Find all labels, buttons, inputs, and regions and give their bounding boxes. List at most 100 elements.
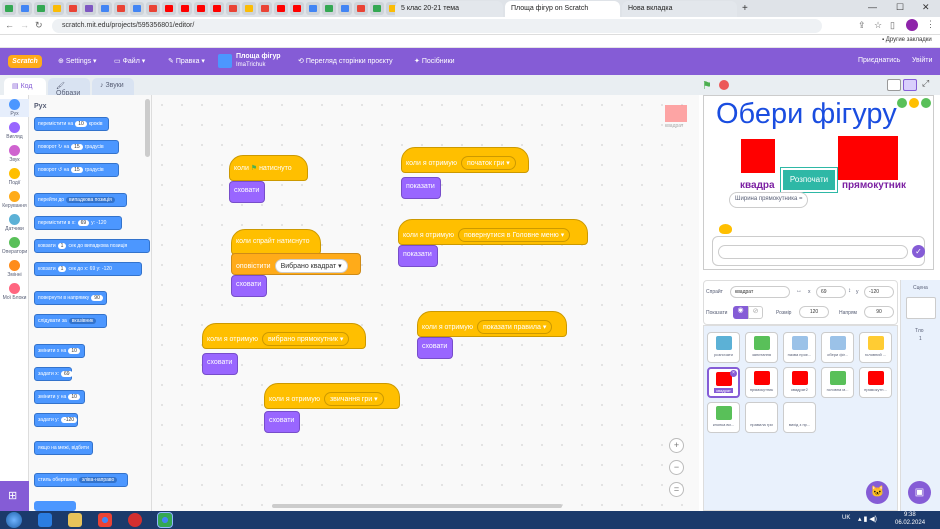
sprite-thumbnail[interactable]: розпочати xyxy=(707,332,740,363)
stop-button[interactable] xyxy=(719,80,729,90)
hide-block[interactable]: сховати xyxy=(264,411,300,433)
palette-block[interactable]: задати y: -120 xyxy=(34,413,78,427)
join-scratch-button[interactable]: Приєднатись xyxy=(858,57,900,64)
pinned-tab[interactable] xyxy=(306,2,320,15)
block-number-input[interactable]: 10 xyxy=(68,348,80,354)
block-number-input[interactable]: 1 xyxy=(57,266,67,272)
see-project-page-button[interactable]: ⟲ Перегляд сторінки проєкту xyxy=(298,57,393,65)
pinned-tab[interactable] xyxy=(130,2,144,15)
block-number-input[interactable]: -120 xyxy=(61,417,78,423)
green-flag-button[interactable]: ⚑ xyxy=(702,79,712,92)
pinned-tab[interactable] xyxy=(66,2,80,15)
browser-tab[interactable]: Нова вкладка xyxy=(622,1,737,17)
project-title[interactable]: Площа фігур xyxy=(236,53,281,60)
message-dropdown[interactable]: звичання гри ▾ xyxy=(323,392,384,406)
broadcast-message-dropdown[interactable]: Вибрано квадрат ▾ xyxy=(274,259,348,273)
pinned-tab[interactable] xyxy=(178,2,192,15)
stage-thumbnail[interactable] xyxy=(906,297,936,319)
settings-menu[interactable]: ⊕ Settings ▾ xyxy=(58,57,97,65)
tab-costumes[interactable]: 🖌 Образи xyxy=(48,78,90,97)
workspace-scrollbar[interactable] xyxy=(272,504,562,508)
sprite-thumbnail[interactable]: назва проє... xyxy=(783,332,816,363)
category-item[interactable]: Датчики xyxy=(0,214,29,232)
other-bookmarks[interactable]: ▪ Другие закладки xyxy=(882,37,932,43)
browser-tab-active[interactable]: Площа фігур on Scratch xyxy=(505,1,620,17)
palette-block[interactable]: задати x: 69 xyxy=(34,367,73,381)
tray-icons[interactable]: ▴ ▮ ◀) xyxy=(858,515,877,523)
sprite-thumbnail[interactable]: головний ... xyxy=(859,332,892,363)
pinned-tab[interactable] xyxy=(258,2,272,15)
sign-in-button[interactable]: Увійти xyxy=(912,57,932,64)
palette-block[interactable]: поворот ↺ на 15 градусів xyxy=(34,163,119,177)
ie-icon[interactable] xyxy=(38,513,52,527)
close-window-icon[interactable]: ✕ xyxy=(922,2,930,13)
large-stage-button[interactable] xyxy=(903,79,917,91)
project-author[interactable]: ImaTrichuk xyxy=(236,62,265,68)
pinned-tab[interactable] xyxy=(98,2,112,15)
x-input[interactable]: 69 xyxy=(816,286,846,298)
pinned-tab[interactable] xyxy=(226,2,240,15)
edit-menu[interactable]: ✎ Правка ▾ xyxy=(168,57,205,65)
add-extension-button[interactable]: ⊞ xyxy=(0,481,29,511)
sprite-thumbnail[interactable]: правила гри xyxy=(745,402,778,433)
palette-block[interactable]: змінити y на 10 xyxy=(34,390,85,404)
palette-block[interactable]: поворот ↻ на 15 градусів xyxy=(34,140,119,154)
zoom-in-button[interactable]: + xyxy=(669,438,684,453)
pinned-tab[interactable] xyxy=(2,2,16,15)
sprite-thumbnail[interactable]: головна м... xyxy=(821,367,854,398)
palette-block[interactable]: повернути в напрямку 90 xyxy=(34,291,107,305)
block-dropdown[interactable]: вказівник xyxy=(68,318,97,324)
palette-block[interactable]: перемістити в x: 69 y: -120 xyxy=(34,216,122,230)
hide-block[interactable]: сховати xyxy=(202,353,238,375)
pinned-tab[interactable] xyxy=(162,2,176,15)
hide-block[interactable]: сховати xyxy=(229,181,265,203)
block-dropdown[interactable]: зліва-направо xyxy=(78,477,118,483)
category-item[interactable]: Керування xyxy=(0,191,29,209)
pinned-tab[interactable] xyxy=(194,2,208,15)
palette-block[interactable]: перемістити на 10 кроків xyxy=(34,117,109,131)
block-number-input[interactable]: 69 xyxy=(61,371,73,377)
sprite-thumbnail[interactable]: прямокутн... xyxy=(859,367,892,398)
pinned-tab[interactable] xyxy=(146,2,160,15)
fullscreen-icon[interactable]: ⤢ xyxy=(922,78,929,89)
category-item[interactable]: Рух xyxy=(0,99,29,117)
size-input[interactable]: 120 xyxy=(799,306,829,318)
stage-target-panel[interactable]: Сцена Тло 1 ▣ xyxy=(900,280,940,511)
menu-kebab-icon[interactable]: ⋮ xyxy=(926,19,935,30)
category-item[interactable]: Оператори xyxy=(0,237,29,255)
when-i-receive-block[interactable]: коли я отримую початок гри ▾ xyxy=(401,147,529,173)
tab-sounds[interactable]: ♪ Звуки xyxy=(92,78,134,95)
chrome-active-icon[interactable] xyxy=(157,512,173,528)
pinned-tab[interactable] xyxy=(242,2,256,15)
chrome-icon[interactable] xyxy=(98,513,112,527)
block-number-input[interactable]: 15 xyxy=(71,144,83,150)
block-number-input[interactable]: 69 xyxy=(77,220,90,226)
when-flag-clicked-block[interactable]: коли ⚑ натиснуто xyxy=(229,155,308,181)
palette-block[interactable]: ковзати 1 сек до випадкова позиція xyxy=(34,239,150,253)
hide-eye-icon[interactable]: ⊘ xyxy=(748,306,763,319)
check-icon[interactable]: ✓ xyxy=(912,245,925,258)
explorer-icon[interactable] xyxy=(68,513,82,527)
palette-block[interactable]: перейти до випадкова позиція xyxy=(34,193,127,207)
palette-block[interactable]: слідувати за вказівник xyxy=(34,314,107,328)
palette-block[interactable]: ковзати 1 сек до x: 69 y: -120 xyxy=(34,262,142,276)
show-block[interactable]: показати xyxy=(401,177,441,199)
sprite-thumbnail[interactable]: квадрат × xyxy=(707,367,740,398)
block-number-input[interactable]: 10 xyxy=(68,394,80,400)
url-field[interactable]: scratch.mit.edu/projects/595356801/edito… xyxy=(52,19,822,33)
block-dropdown[interactable]: випадкова позиція xyxy=(66,197,115,203)
maximize-icon[interactable]: ☐ xyxy=(896,2,904,13)
small-stage-button[interactable] xyxy=(887,79,901,91)
show-eye-icon[interactable]: ◉ xyxy=(733,306,748,319)
scratch-logo[interactable]: Scratch xyxy=(8,55,42,68)
share-icon[interactable]: ⇪ xyxy=(858,20,866,31)
choose-backdrop-button[interactable]: ▣ xyxy=(908,481,931,504)
when-i-receive-block[interactable]: коли я отримую вибрано прямокутник ▾ xyxy=(202,323,366,349)
palette-block[interactable] xyxy=(34,501,76,511)
tab-code[interactable]: ▤ Код xyxy=(4,78,46,95)
zoom-reset-button[interactable]: = xyxy=(669,482,684,497)
bookmark-star-icon[interactable]: ☆ xyxy=(874,20,882,31)
pinned-tab[interactable] xyxy=(114,2,128,15)
pinned-tab[interactable] xyxy=(290,2,304,15)
palette-block[interactable]: змінити x на 10 xyxy=(34,344,85,358)
